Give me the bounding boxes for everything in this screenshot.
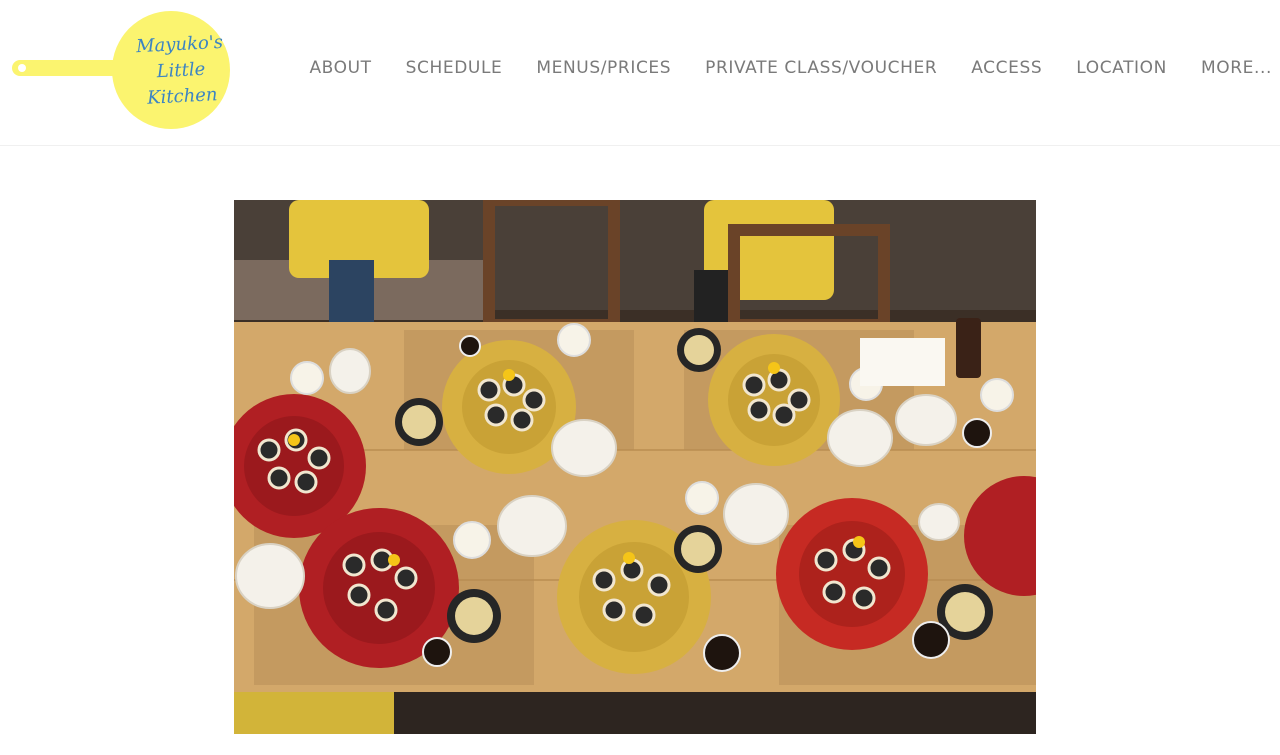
nav-item-menus-prices[interactable]: MENUS/PRICES — [536, 56, 671, 80]
hero-photo — [234, 200, 1036, 734]
site-header: Mayuko's Little Kitchen ABOUT SCHEDULE M… — [0, 0, 1280, 146]
nav-item-schedule[interactable]: SCHEDULE — [406, 56, 503, 80]
nav-item-location[interactable]: LOCATION — [1076, 56, 1167, 80]
nav-item-access[interactable]: ACCESS — [971, 56, 1042, 80]
nav-item-about[interactable]: ABOUT — [309, 56, 371, 80]
site-logo[interactable]: Mayuko's Little Kitchen — [10, 8, 240, 133]
nav-item-more[interactable]: MORE... — [1201, 56, 1272, 80]
sushi-table-photo — [234, 200, 1036, 734]
main-nav: ABOUT SCHEDULE MENUS/PRICES PRIVATE CLAS… — [275, 56, 1272, 80]
logo-text: Mayuko's Little Kitchen — [121, 29, 241, 113]
nav-item-private-class-voucher[interactable]: PRIVATE CLASS/VOUCHER — [705, 56, 937, 80]
